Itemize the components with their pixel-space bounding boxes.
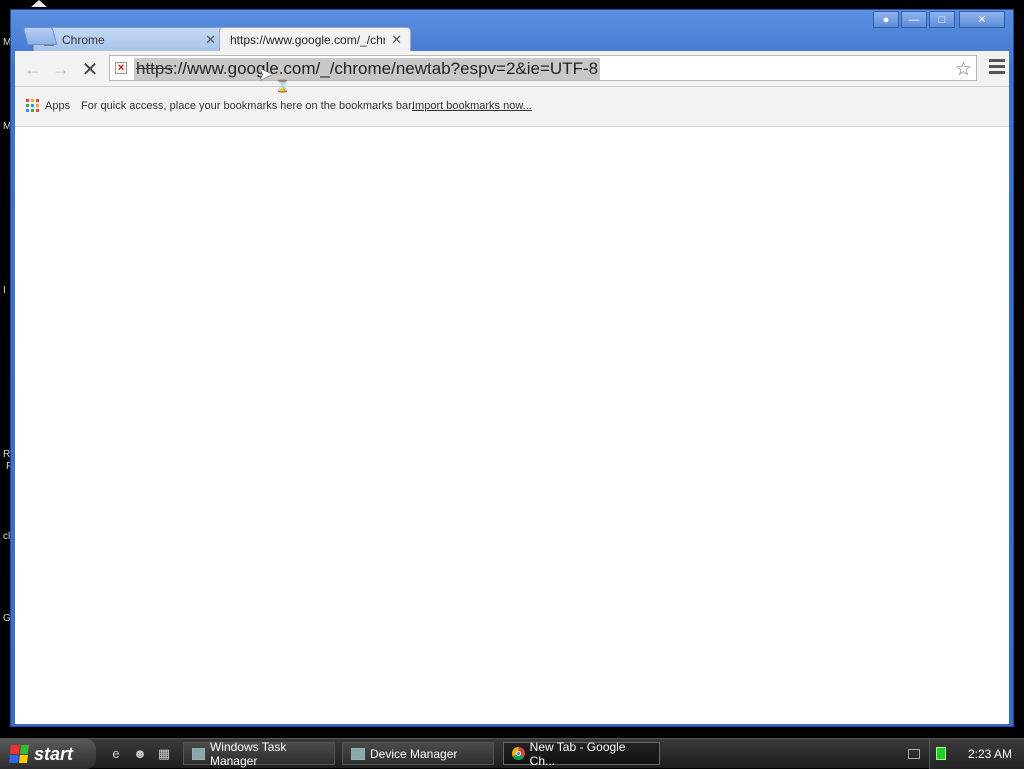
maximize-button[interactable]: □ xyxy=(929,11,955,28)
tab-close-icon[interactable]: ✕ xyxy=(391,32,402,48)
url-rest: ://www.google.com/_/chrome/newtab?espv=2… xyxy=(172,59,599,78)
close-button[interactable]: ✕ xyxy=(959,11,1005,28)
clock[interactable]: 2:23 AM xyxy=(968,747,1012,761)
task-label: Windows Task Manager xyxy=(209,739,287,768)
quicklaunch-icon[interactable]: ☻ xyxy=(132,746,148,762)
ie-icon[interactable]: e xyxy=(108,746,124,762)
task-label: Device Manager xyxy=(370,746,458,761)
bookmark-star-icon[interactable]: ☆ xyxy=(955,58,972,81)
broken-lock-icon[interactable]: × xyxy=(115,62,127,74)
tab-strip: Chrome ✕ https://www.google.com/_/chrome… xyxy=(22,27,925,51)
page-content[interactable] xyxy=(15,127,1009,724)
url-text[interactable]: https://www.google.com/_/chrome/newtab?e… xyxy=(134,58,601,80)
menu-icon[interactable] xyxy=(989,59,1005,77)
system-tray: 2:23 AM xyxy=(929,739,1024,769)
tab-title: Chrome xyxy=(62,32,105,47)
desktop-icon-label: I xyxy=(3,285,6,296)
windows-flag-icon xyxy=(9,745,29,763)
task-chrome[interactable]: New Tab - Google Ch... xyxy=(503,739,660,768)
start-label: start xyxy=(34,743,74,764)
window-controls: ● — □ ✕ xyxy=(871,11,1005,28)
bookmarks-bar: Apps For quick access, place your bookma… xyxy=(15,87,1009,127)
stop-loading-icon[interactable]: ✕ xyxy=(80,59,100,81)
tab-newtab[interactable]: https://www.google.com/_/chrome ✕ xyxy=(219,27,411,51)
url-scheme: https xyxy=(136,59,173,78)
desktop-arrow-icon xyxy=(31,0,47,7)
battery-icon[interactable] xyxy=(936,747,946,760)
tab-close-icon[interactable]: ✕ xyxy=(205,32,216,48)
apps-shortcut[interactable]: Apps xyxy=(45,100,70,112)
taskbar: start e ☻ ▦ Windows Task Manager Device … xyxy=(0,738,1024,769)
tab-chrome[interactable]: Chrome ✕ xyxy=(33,27,225,51)
hourglass-icon: ⌛ xyxy=(275,79,290,93)
profile-icon[interactable]: ● xyxy=(873,11,899,28)
task-label: New Tab - Google Ch... xyxy=(529,739,626,768)
quicklaunch-media-icon[interactable]: ▦ xyxy=(156,746,172,762)
bookmarks-hint: For quick access, place your bookmarks h… xyxy=(81,100,415,112)
toolbar: ← → ✕ × https://www.google.com/_/chrome/… xyxy=(15,51,1009,87)
back-arrow-icon[interactable]: ← xyxy=(23,59,43,79)
device-manager-icon xyxy=(351,747,365,760)
new-tab-button[interactable] xyxy=(22,27,58,45)
chrome-icon xyxy=(512,747,525,760)
task-windows-task-manager[interactable]: Windows Task Manager xyxy=(183,739,335,768)
task-device-manager[interactable]: Device Manager xyxy=(342,742,494,765)
keyboard-icon[interactable] xyxy=(908,749,920,759)
mouse-cursor-icon: ➤ xyxy=(258,64,274,84)
chrome-window: ● — □ ✕ Chrome ✕ https://www.google.com/… xyxy=(10,9,1014,727)
import-bookmarks-link[interactable]: Import bookmarks now... xyxy=(412,100,532,112)
start-button[interactable]: start xyxy=(0,739,96,769)
minimize-button[interactable]: — xyxy=(901,11,927,28)
task-manager-icon xyxy=(192,747,205,760)
forward-arrow-icon[interactable]: → xyxy=(51,59,71,79)
apps-grid-icon[interactable] xyxy=(26,99,39,112)
tab-title: https://www.google.com/_/chrome xyxy=(230,32,386,47)
address-bar[interactable]: × https://www.google.com/_/chrome/newtab… xyxy=(109,55,977,81)
